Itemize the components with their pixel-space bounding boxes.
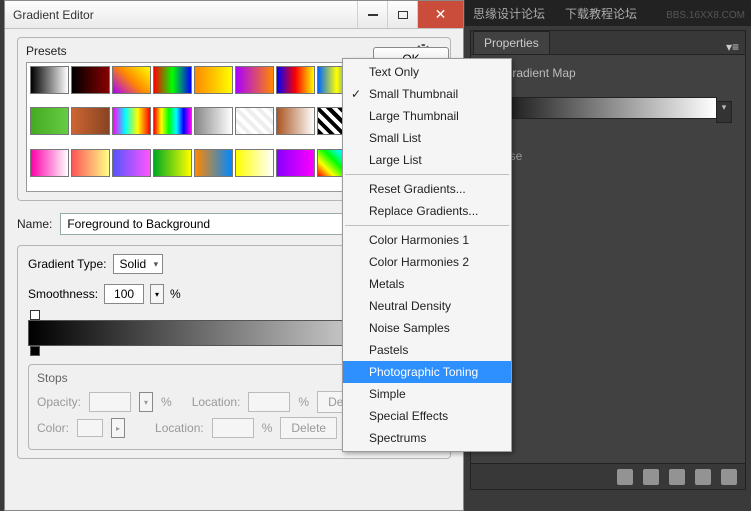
preset-swatch[interactable] — [194, 66, 233, 94]
preset-swatch[interactable] — [153, 107, 192, 135]
smoothness-stepper[interactable]: ▾ — [150, 284, 164, 304]
gradient-map-title: Gradient Map — [503, 66, 576, 80]
presets-label: Presets — [26, 44, 416, 58]
menu-text-only[interactable]: Text Only — [343, 61, 511, 83]
preset-swatch[interactable] — [153, 149, 192, 177]
trash-icon[interactable] — [721, 469, 737, 485]
preset-swatch[interactable] — [235, 149, 274, 177]
opacity-stepper: ▾ — [139, 392, 153, 412]
visibility-icon[interactable] — [669, 469, 685, 485]
location-label-1: Location: — [192, 395, 241, 409]
opacity-label: Opacity: — [37, 395, 81, 409]
gradient-type-label: Gradient Type: — [28, 257, 107, 271]
bg-tab-2: 下载教程论坛 — [565, 5, 637, 22]
menu-color-harmonies-2[interactable]: Color Harmonies 2 — [343, 251, 511, 273]
preset-swatch[interactable] — [276, 107, 315, 135]
preset-swatch[interactable] — [235, 107, 274, 135]
titlebar[interactable]: Gradient Editor ✕ — [5, 1, 463, 29]
menu-large-thumbnail[interactable]: Large Thumbnail — [343, 105, 511, 127]
bg-tab-1: 思缘设计论坛 — [473, 5, 545, 22]
opacity-input — [89, 392, 131, 412]
preset-swatch[interactable] — [276, 66, 315, 94]
panel-menu-icon[interactable]: ▾≡ — [720, 40, 745, 54]
clip-icon[interactable] — [643, 469, 659, 485]
preset-swatch[interactable] — [112, 66, 151, 94]
preset-swatch[interactable] — [30, 149, 69, 177]
smoothness-label: Smoothness: — [28, 287, 98, 301]
color-well — [77, 419, 103, 437]
menu-small-list[interactable]: Small List — [343, 127, 511, 149]
presets-flyout-menu: Text Only Small Thumbnail Large Thumbnai… — [342, 58, 512, 452]
gradient-type-select[interactable]: Solid — [113, 254, 164, 274]
delete-color-stop-button: Delete — [280, 417, 337, 439]
menu-separator — [345, 174, 509, 175]
menu-noise-samples[interactable]: Noise Samples — [343, 317, 511, 339]
menu-reset-gradients[interactable]: Reset Gradients... — [343, 178, 511, 200]
reverse-checkbox[interactable]: erse — [481, 149, 735, 163]
preset-swatch[interactable] — [194, 107, 233, 135]
preset-swatch[interactable] — [194, 149, 233, 177]
gradient-map-preview[interactable] — [481, 97, 717, 119]
close-button[interactable]: ✕ — [417, 1, 463, 28]
smoothness-input[interactable] — [104, 284, 144, 304]
location-label-2: Location: — [155, 421, 204, 435]
maximize-button[interactable] — [387, 1, 417, 28]
preset-swatch[interactable] — [276, 149, 315, 177]
menu-spectrums[interactable]: Spectrums — [343, 427, 511, 449]
preset-swatch[interactable] — [112, 149, 151, 177]
panel-footer — [471, 463, 745, 489]
opacity-location-input — [248, 392, 290, 412]
menu-pastels[interactable]: Pastels — [343, 339, 511, 361]
preset-swatch[interactable] — [71, 107, 110, 135]
dither-checkbox[interactable]: er — [481, 131, 735, 145]
reset-icon[interactable] — [695, 469, 711, 485]
window-title: Gradient Editor — [13, 8, 357, 22]
color-location-input — [212, 418, 254, 438]
menu-small-thumbnail[interactable]: Small Thumbnail — [343, 83, 511, 105]
color-stepper: ▸ — [111, 418, 125, 438]
watermark: BBS.16XX8.COM — [666, 10, 745, 21]
properties-tab[interactable]: Properties — [473, 31, 550, 54]
menu-large-list[interactable]: Large List — [343, 149, 511, 171]
preset-swatch[interactable] — [71, 66, 110, 94]
menu-color-harmonies-1[interactable]: Color Harmonies 1 — [343, 229, 511, 251]
opacity-stop[interactable] — [30, 310, 40, 320]
adjustment-icon[interactable] — [617, 469, 633, 485]
preset-swatch[interactable] — [235, 66, 274, 94]
preset-swatch[interactable] — [71, 149, 110, 177]
name-label: Name: — [17, 217, 52, 231]
menu-metals[interactable]: Metals — [343, 273, 511, 295]
color-label: Color: — [37, 421, 69, 435]
smoothness-unit: % — [170, 287, 181, 301]
minimize-button[interactable] — [357, 1, 387, 28]
menu-replace-gradients[interactable]: Replace Gradients... — [343, 200, 511, 222]
menu-photographic-toning[interactable]: Photographic Toning — [343, 361, 511, 383]
preset-swatch[interactable] — [30, 107, 69, 135]
preset-swatch[interactable] — [30, 66, 69, 94]
color-stop[interactable] — [30, 346, 40, 356]
preset-swatch[interactable] — [112, 107, 151, 135]
menu-simple[interactable]: Simple — [343, 383, 511, 405]
menu-separator — [345, 225, 509, 226]
menu-neutral-density[interactable]: Neutral Density — [343, 295, 511, 317]
menu-special-effects[interactable]: Special Effects — [343, 405, 511, 427]
preset-swatch[interactable] — [153, 66, 192, 94]
